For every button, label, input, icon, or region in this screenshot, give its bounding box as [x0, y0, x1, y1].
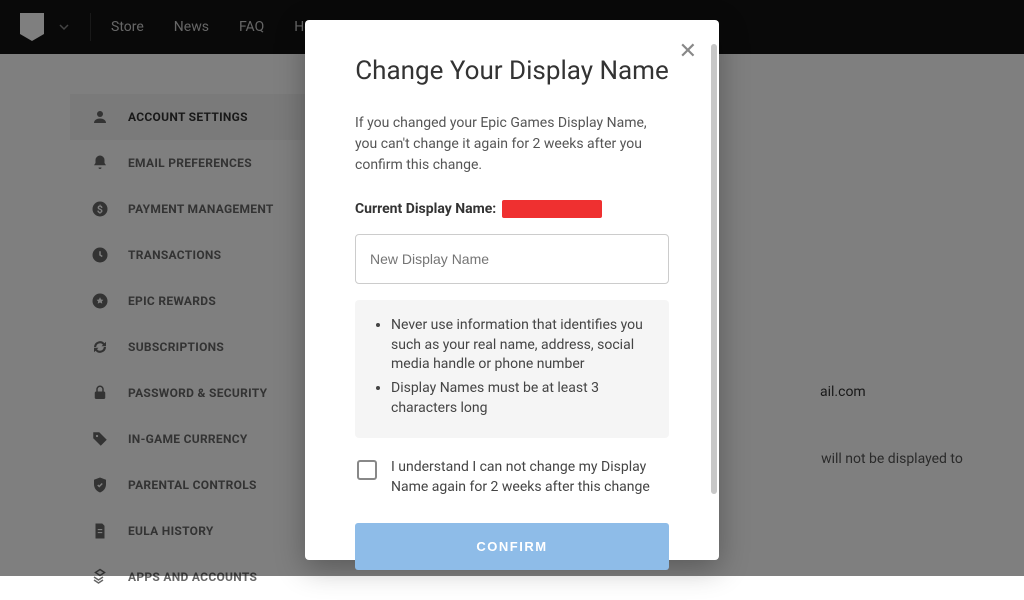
new-display-name-input[interactable]: [355, 234, 669, 284]
current-name-row: Current Display Name:: [355, 200, 669, 218]
acknowledgement-text: I understand I can not change my Display…: [391, 458, 667, 497]
confirm-button[interactable]: CONFIRM: [355, 523, 669, 570]
tip-item: Display Names must be at least 3 charact…: [391, 379, 649, 418]
tips-box: Never use information that identifies yo…: [355, 300, 669, 438]
close-button[interactable]: ✕: [679, 38, 697, 64]
tip-item: Never use information that identifies yo…: [391, 316, 649, 375]
scrollbar[interactable]: [711, 44, 717, 494]
modal-title: Change Your Display Name: [335, 56, 689, 87]
redacted-name: [502, 200, 602, 218]
acknowledgement-row: I understand I can not change my Display…: [355, 458, 669, 497]
acknowledgement-checkbox[interactable]: [357, 460, 377, 480]
modal-overlay[interactable]: ✕ Change Your Display Name If you change…: [0, 0, 1024, 576]
change-display-name-modal: ✕ Change Your Display Name If you change…: [305, 20, 719, 560]
close-icon: ✕: [679, 38, 697, 63]
modal-description: If you changed your Epic Games Display N…: [355, 113, 669, 176]
current-name-label: Current Display Name:: [355, 201, 496, 217]
